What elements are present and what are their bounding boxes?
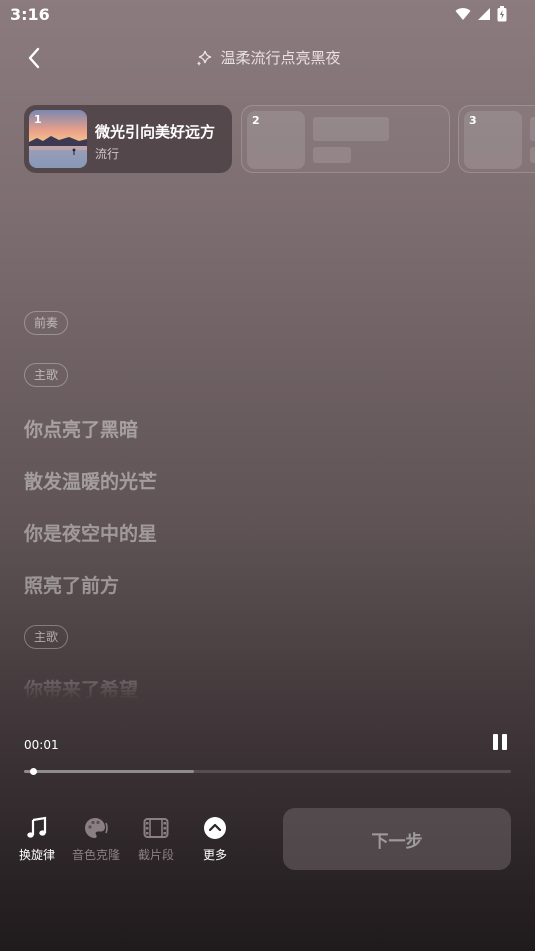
lyric-line: 你是夜空中的星 xyxy=(24,523,158,545)
pause-button[interactable] xyxy=(491,734,509,752)
tool-label: 更多 xyxy=(202,848,227,862)
lyric-line: 你点亮了黑暗 xyxy=(24,419,139,441)
song-card-1[interactable]: 1 微光引向美好远方 流行 xyxy=(24,105,232,173)
status-icons xyxy=(455,6,507,22)
section-tag: 前奏 xyxy=(24,311,69,335)
change-melody-button[interactable]: 换旋律 xyxy=(7,815,67,863)
current-time: 00:01 xyxy=(24,738,59,752)
section-tag: 主歌 xyxy=(24,625,69,649)
battery-icon xyxy=(497,6,507,22)
status-time: 3:16 xyxy=(10,5,50,24)
lyric-line: 你带来了希望 xyxy=(24,679,139,700)
card-number: 1 xyxy=(34,113,42,126)
title-placeholder xyxy=(313,117,389,141)
status-bar: 3:16 xyxy=(0,0,535,30)
player: 00:01 xyxy=(24,730,511,780)
song-title: 微光引向美好远方 xyxy=(95,123,216,141)
music-note-icon xyxy=(24,815,50,841)
tool-label: 换旋律 xyxy=(18,848,55,862)
header: 温柔流行点亮黑夜 xyxy=(0,36,535,80)
genre-placeholder xyxy=(530,147,535,163)
progress-fill xyxy=(24,770,195,773)
voice-clone-button[interactable]: 音色克隆 xyxy=(66,815,126,863)
page-title: 温柔流行点亮黑夜 xyxy=(220,49,341,67)
song-card-2[interactable]: 2 xyxy=(241,105,450,173)
section-tag: 主歌 xyxy=(24,363,69,387)
sparkle-icon xyxy=(197,50,212,66)
pause-bar-icon xyxy=(493,734,498,750)
tool-label: 音色克隆 xyxy=(71,848,120,862)
more-button[interactable]: 更多 xyxy=(185,815,245,863)
song-genre: 流行 xyxy=(95,147,120,161)
card-number: 2 xyxy=(252,114,260,127)
signal-icon xyxy=(478,8,490,20)
tool-label: 截片段 xyxy=(137,848,174,862)
song-cards: 1 微光引向美好远方 流行 2 3 xyxy=(24,105,535,173)
film-icon xyxy=(143,815,169,841)
progress-bar[interactable] xyxy=(24,768,511,775)
pause-bar-icon xyxy=(502,734,507,750)
bottom-toolbar: 换旋律 音色克隆 截片段 更多 xyxy=(0,815,270,865)
lyrics-panel[interactable]: 前奏 主歌 你点亮了黑暗 散发温暖的光芒 你是夜空中的星 照亮了前方 主歌 你带… xyxy=(24,300,514,700)
clip-segment-button[interactable]: 截片段 xyxy=(126,815,186,863)
lyric-line: 散发温暖的光芒 xyxy=(24,471,158,493)
card-number: 3 xyxy=(469,114,477,127)
palette-icon xyxy=(83,815,109,841)
progress-handle[interactable] xyxy=(29,768,37,775)
genre-placeholder xyxy=(313,147,351,163)
wifi-icon xyxy=(455,7,471,20)
title-placeholder xyxy=(530,117,535,141)
page-title-wrap: 温柔流行点亮黑夜 xyxy=(0,47,535,68)
chevron-up-circle-icon xyxy=(202,815,228,841)
lyric-line: 照亮了前方 xyxy=(24,575,120,597)
song-card-3[interactable]: 3 xyxy=(458,105,535,173)
next-step-button[interactable]: 下一步 xyxy=(283,808,511,870)
